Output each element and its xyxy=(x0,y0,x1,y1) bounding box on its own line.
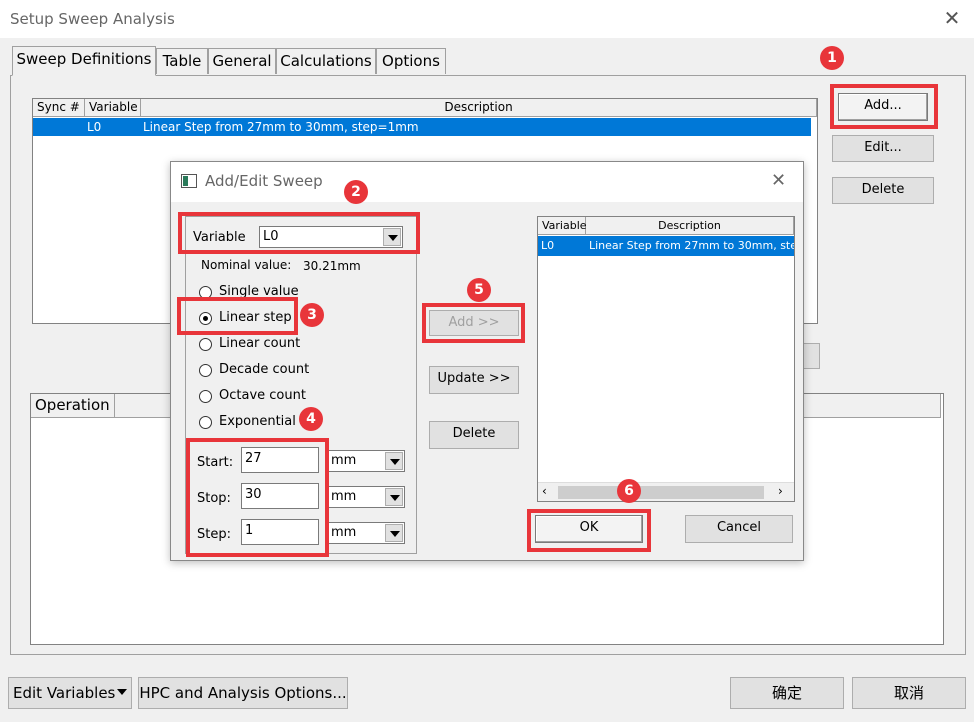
nominal-label: Nominal value: xyxy=(201,258,292,272)
window-title: Setup Sweep Analysis xyxy=(10,10,175,28)
radio-linear-count[interactable]: Linear count xyxy=(199,336,379,354)
radio-button[interactable] xyxy=(199,364,212,377)
annotation-badge-5: 5 xyxy=(467,278,491,302)
dialog-title: Add/Edit Sweep xyxy=(205,172,323,190)
radio-button[interactable] xyxy=(199,416,212,429)
dialog-close-icon[interactable]: ✕ xyxy=(771,170,786,191)
chevron-down-icon[interactable] xyxy=(385,488,403,506)
radio-label: Linear step xyxy=(219,310,292,325)
annotation-badge-4: 4 xyxy=(299,407,323,431)
add-edit-sweep-dialog: Add/Edit Sweep ✕ Variable L0 Nominal val… xyxy=(170,161,804,561)
annotation-badge-3: 3 xyxy=(300,303,324,327)
nominal-value: 30.21mm xyxy=(303,259,361,273)
start-unit-value: mm xyxy=(331,453,357,468)
step-unit-select[interactable]: mm xyxy=(327,522,405,544)
stop-unit-select[interactable]: mm xyxy=(327,486,405,508)
variable-select-value: L0 xyxy=(263,229,279,244)
col-header-operation[interactable]: Operation xyxy=(31,394,115,418)
tab-table[interactable]: Table xyxy=(156,48,208,74)
add-sweep-button[interactable]: Add... xyxy=(838,93,928,121)
cell-variable: L0 xyxy=(541,239,555,252)
step-input[interactable]: 1 xyxy=(241,519,319,545)
radio-octave-count[interactable]: Octave count xyxy=(199,388,379,406)
start-label: Start: xyxy=(197,455,234,470)
variable-select[interactable]: L0 xyxy=(259,226,403,248)
radio-label: Decade count xyxy=(219,362,310,377)
dialog-title-bar: Add/Edit Sweep ✕ xyxy=(171,162,803,202)
horizontal-scrollbar[interactable]: ‹ › xyxy=(538,482,794,501)
stop-input[interactable]: 30 xyxy=(241,483,319,509)
scroll-right-icon[interactable]: › xyxy=(778,484,783,498)
stop-unit-value: mm xyxy=(331,489,357,504)
window-title-bar: Setup Sweep Analysis ✕ xyxy=(0,0,974,38)
chevron-down-icon[interactable] xyxy=(383,228,401,246)
dialog-ok-button[interactable]: OK xyxy=(535,515,643,543)
tab-general[interactable]: General xyxy=(208,48,276,74)
radio-button[interactable] xyxy=(199,286,212,299)
tab-calculations[interactable]: Calculations xyxy=(276,48,376,74)
radio-decade-count[interactable]: Decade count xyxy=(199,362,379,380)
confirm-button[interactable]: 确定 xyxy=(730,677,844,709)
table-row[interactable]: L0 Linear Step from 27mm to 30mm, step=1… xyxy=(33,118,811,136)
scrollbar-thumb[interactable] xyxy=(558,486,764,499)
cancel-main-button[interactable]: 取消 xyxy=(852,677,966,709)
radio-exponential-count[interactable]: Exponential c xyxy=(199,414,379,432)
delete-sweep-button[interactable]: Delete xyxy=(832,177,934,204)
cell-description: Linear Step from 27mm to 30mm, step=1mm xyxy=(143,120,419,134)
radio-linear-step[interactable]: Linear step xyxy=(199,310,379,328)
add-to-list-button[interactable]: Add >> xyxy=(429,310,519,336)
col-header-variable[interactable]: Variable xyxy=(538,217,587,235)
scroll-left-icon[interactable]: ‹ xyxy=(542,484,547,498)
annotation-badge-6: 6 xyxy=(617,479,641,503)
radio-single-value[interactable]: Single value xyxy=(199,284,379,302)
col-header-variable[interactable]: Variable xyxy=(85,99,141,117)
update-button[interactable]: Update >> xyxy=(429,366,519,394)
close-icon[interactable]: ✕ xyxy=(940,6,964,30)
dialog-delete-button[interactable]: Delete xyxy=(429,421,519,449)
edit-variables-button[interactable]: Edit Variables xyxy=(8,677,132,709)
tab-sweep-definitions[interactable]: Sweep Definitions xyxy=(12,46,156,76)
app-icon-fill xyxy=(183,176,188,186)
col-header-description[interactable]: Description xyxy=(586,217,794,235)
radio-button[interactable] xyxy=(199,390,212,403)
radio-button[interactable] xyxy=(199,338,212,351)
radio-label: Single value xyxy=(219,284,299,299)
list-item[interactable]: L0 Linear Step from 27mm to 30mm, step=1… xyxy=(538,236,794,256)
annotation-badge-2: 2 xyxy=(344,180,368,204)
radio-button[interactable] xyxy=(199,312,212,325)
annotation-badge-1: 1 xyxy=(820,46,844,70)
stop-label: Stop: xyxy=(197,491,231,506)
dialog-cancel-button[interactable]: Cancel xyxy=(685,515,793,543)
radio-label: Linear count xyxy=(219,336,301,351)
col-header-sync[interactable]: Sync # xyxy=(33,99,85,117)
app-icon xyxy=(181,174,197,188)
tab-options[interactable]: Options xyxy=(376,48,446,74)
variable-label: Variable xyxy=(193,230,246,245)
chevron-down-icon[interactable] xyxy=(385,452,403,470)
cell-description: Linear Step from 27mm to 30mm, step=1mm xyxy=(589,239,794,252)
radio-label: Octave count xyxy=(219,388,306,403)
dropdown-arrow-icon xyxy=(117,689,127,695)
start-input[interactable]: 27 xyxy=(241,447,319,473)
edit-variables-label: Edit Variables xyxy=(13,684,116,702)
chevron-down-icon[interactable] xyxy=(385,524,403,542)
radio-label: Exponential c xyxy=(219,414,308,429)
sweep-preview-list[interactable]: Variable Description L0 Linear Step from… xyxy=(537,216,795,502)
cell-variable: L0 xyxy=(87,120,102,134)
col-header-description[interactable]: Description xyxy=(141,99,817,117)
step-unit-value: mm xyxy=(331,525,357,540)
step-label: Step: xyxy=(197,527,231,542)
edit-sweep-button[interactable]: Edit... xyxy=(832,135,934,162)
start-unit-select[interactable]: mm xyxy=(327,450,405,472)
hpc-options-button[interactable]: HPC and Analysis Options... xyxy=(138,677,348,709)
